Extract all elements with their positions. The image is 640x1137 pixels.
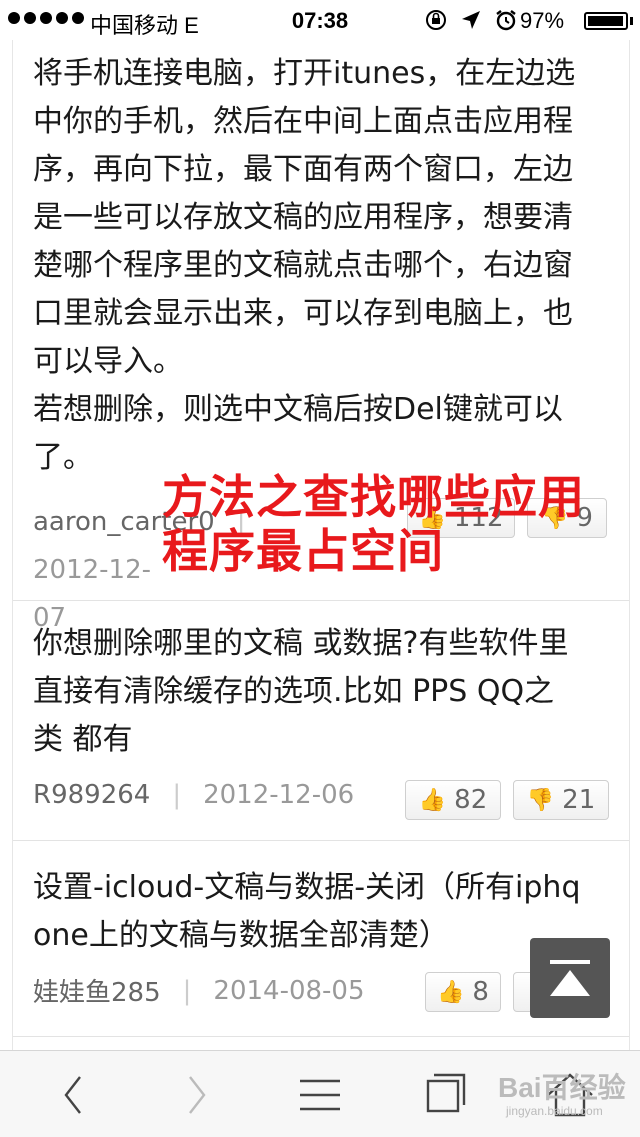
forward-icon[interactable] [166,1065,226,1125]
rotation-lock-icon [426,10,446,30]
answer-line: 序，再向下拉，最下面有两个窗口，左边 [33,152,573,187]
answer-line: one上的文稿与数据全部清楚） [33,918,449,953]
upvote-button[interactable]: 👍 82 [405,780,501,820]
answer-line: 可以导入。 [33,344,183,379]
back-icon[interactable] [44,1065,104,1125]
answer-date: 2012-12- [33,555,152,585]
answer-date: 2012-12-06 [203,780,355,810]
answer-line: 是一些可以存放文稿的应用程序，想要清 [33,200,573,235]
thumb-down-icon: 👎 [526,787,555,813]
upvote-count: 8 [472,977,489,1007]
author-name[interactable]: 娃娃鱼285 [33,972,161,1009]
answer-line: 将手机连接电脑，打开itunes，在左边选 [33,56,576,91]
answer-line: 楚哪个程序里的文稿就点击哪个，右边窗 [33,248,573,283]
upvote-count: 82 [454,785,488,815]
answer-line: 口里就会显示出来，可以存到电脑上，也 [33,296,573,331]
answer-line: 中你的手机，然后在中间上面点击应用程 [33,104,573,139]
watermark-logo: Bai百经验 [498,1072,626,1103]
answer-line: 设置-icloud-文稿与数据-关闭（所有iphq [33,870,581,905]
answer-line: 若想删除，则选中文稿后按Del键就可以 [33,392,563,427]
downvote-button[interactable]: 👎 21 [513,780,609,820]
battery-percentage: 97% [520,8,565,33]
answer-meta: 娃娃鱼285 | 2014-08-05 [33,972,365,1009]
watermark-url: jingyan.baidu.com [506,1104,603,1118]
answer-line: 类 都有 [33,722,133,757]
answer-item: 你想删除哪里的文稿 或数据?有些软件里 直接有清除缓存的选项.比如 PPS QQ… [13,600,629,841]
answer-line: 你想删除哪里的文稿 或数据?有些软件里 [33,626,569,661]
downvote-count: 21 [562,785,596,815]
author-name[interactable]: R989264 [33,780,150,810]
annotation-line: 程序最占空间 [162,524,444,578]
alarm-icon [496,10,516,31]
menu-icon[interactable] [290,1065,350,1125]
answer-date: 2014-08-05 [213,975,365,1006]
thumb-up-icon: 👍 [418,787,447,813]
annotation-line: 方法之查找哪些应用 [162,470,585,524]
back-to-top-icon [550,960,590,964]
upvote-button[interactable]: 👍 8 [425,972,501,1012]
back-to-top-button[interactable] [530,938,610,1018]
annotation-overlay: 方法之查找哪些应用 程序最占空间 [162,470,622,578]
thumb-up-icon: 👍 [437,979,465,1005]
answer-text: 你想删除哪里的文稿 或数据?有些软件里 直接有清除缓存的选项.比如 PPS QQ… [13,600,629,764]
location-arrow-icon [462,11,480,29]
status-icons [424,8,518,32]
answer-line: 直接有清除缓存的选项.比如 PPS QQ之 [33,674,555,709]
tabs-icon[interactable] [414,1065,474,1125]
status-bar: 中国移动 E 07:38 97% [0,0,640,40]
battery-icon [584,12,628,30]
answer-text: 将手机连接电脑，打开itunes，在左边选 中你的手机，然后在中间上面点击应用程… [13,40,629,482]
answer-meta: R989264 | 2012-12-06 [33,780,355,810]
